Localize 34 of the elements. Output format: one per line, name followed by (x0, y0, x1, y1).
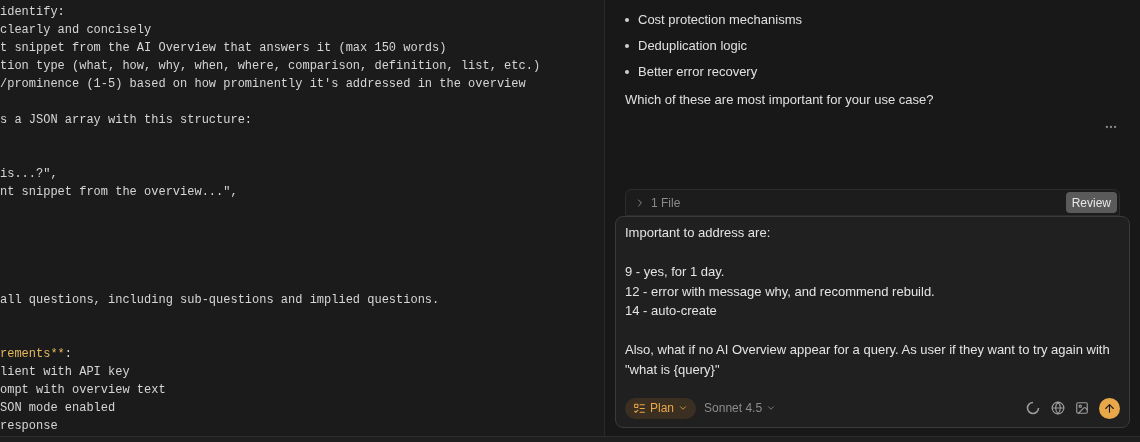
image-icon[interactable] (1075, 401, 1089, 415)
arrow-up-icon (1103, 401, 1116, 415)
code-line: all questions, including sub-questions and implied questions. (0, 293, 440, 307)
mode-selector[interactable]: Plan (625, 397, 697, 419)
code-line: clearly and concisely (0, 23, 152, 37)
code-line: s a JSON array with this structure: (0, 113, 253, 127)
list-item: Better error recovery (638, 62, 758, 81)
message-field[interactable]: Important to address are: 9 - yes, for 1 day. 12 - error with message why, and recommend rebuild. 14 - auto-create Also, what if no AI Overview appear for a query. As user if they want to try again with "what is {query}" (625, 223, 1120, 397)
code-line: is...?", (0, 167, 58, 181)
review-button[interactable]: Review (1065, 192, 1117, 213)
list-item: Cost protection mechanisms (638, 10, 802, 29)
code-line: rements**: (0, 347, 72, 361)
code-line: t snippet from the AI Overview that answers it (max 150 words) (0, 41, 447, 55)
web-search-icon[interactable] (1051, 401, 1065, 415)
code-line: SON mode enabled (0, 401, 116, 415)
code-line: tion type (what, how, why, when, where, comparison, definition, list, etc.) (0, 59, 541, 73)
assistant-message: Which of these are most important for your use case? (624, 91, 935, 109)
caret-icon (766, 403, 777, 413)
spinner-icon (1026, 401, 1040, 415)
send-button[interactable] (1099, 397, 1120, 419)
bullet-icon (625, 17, 629, 22)
bullet-icon (625, 69, 629, 74)
files-toggle[interactable]: 1 File (634, 193, 681, 212)
code-line: response (0, 419, 58, 433)
code-line: lient with API key (0, 365, 130, 379)
checklist-icon (633, 401, 646, 415)
caret-icon (678, 403, 689, 413)
model-selector[interactable]: Sonnet 4.5 (704, 399, 777, 417)
code-line: ompt with overview text (0, 383, 166, 397)
code-line: identify: (0, 5, 65, 19)
bullet-icon (625, 43, 629, 48)
list-item: Deduplication logic (638, 36, 748, 55)
code-line: /prominence (1-5) based on how prominently it's addressed in the overview (0, 77, 526, 91)
code-line: nt snippet from the overview...", (0, 185, 238, 199)
